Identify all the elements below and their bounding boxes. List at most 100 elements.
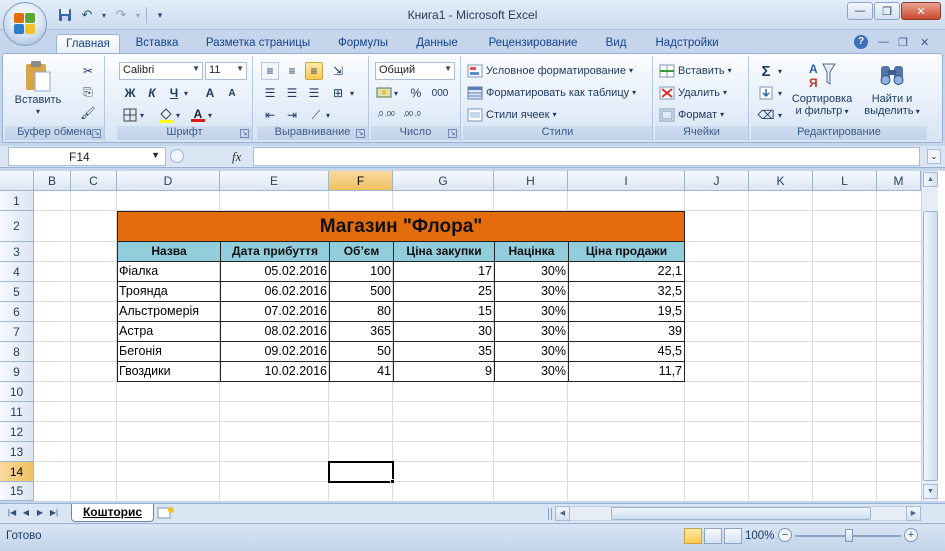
table-cell[interactable]: 50: [329, 342, 394, 362]
tab-review[interactable]: Рецензирование: [478, 34, 588, 54]
column-header-g[interactable]: G: [393, 171, 494, 191]
tab-data[interactable]: Данные: [408, 34, 466, 54]
doc-close-icon[interactable]: ✕: [920, 36, 929, 49]
align-bottom-icon[interactable]: ≡: [305, 62, 323, 80]
tab-addins[interactable]: Надстройки: [645, 34, 729, 54]
normal-view-icon[interactable]: [684, 528, 702, 544]
minimize-button[interactable]: —: [847, 2, 873, 20]
row-header[interactable]: 13: [0, 442, 34, 462]
row-header[interactable]: 3: [0, 242, 34, 262]
sheet-tab-active[interactable]: Кошторис: [71, 504, 154, 522]
format-as-table-button[interactable]: Форматировать как таблицу ▾: [467, 83, 636, 102]
decrease-indent-icon[interactable]: ⇤: [261, 106, 279, 124]
worksheet-grid[interactable]: B C D E F G H I J K L M 1 2 3 4 5 6 7 8 …: [0, 171, 945, 501]
table-cell[interactable]: 39: [568, 322, 685, 342]
tab-view[interactable]: Вид: [598, 34, 634, 54]
name-box-dropdown-icon[interactable]: ▼: [151, 150, 160, 160]
column-header-f[interactable]: F: [329, 171, 393, 191]
restore-button[interactable]: ❐: [874, 2, 900, 20]
font-color-dropdown-icon[interactable]: ▾: [205, 106, 215, 124]
tab-formulas[interactable]: Формулы: [330, 34, 396, 54]
number-launcher-icon[interactable]: ↘: [448, 129, 457, 138]
row-header[interactable]: 15: [0, 482, 34, 501]
tab-insert[interactable]: Вставка: [128, 34, 186, 54]
table-cell[interactable]: 30%: [494, 302, 569, 322]
table-cell[interactable]: 500: [329, 282, 394, 302]
fill-color-dropdown-icon[interactable]: ▾: [173, 106, 183, 124]
decrease-decimal-button[interactable]: ,00 ,0: [401, 106, 423, 124]
table-cell[interactable]: 45,5: [568, 342, 685, 362]
currency-dropdown-icon[interactable]: ▾: [391, 84, 401, 102]
first-sheet-icon[interactable]: |◀: [6, 506, 18, 520]
row-header[interactable]: 10: [0, 382, 34, 402]
row-header[interactable]: 1: [0, 191, 34, 211]
page-break-view-icon[interactable]: [724, 528, 742, 544]
table-cell[interactable]: 10.02.2016: [220, 362, 330, 382]
insert-sheet-icon[interactable]: [157, 506, 177, 520]
font-launcher-icon[interactable]: ↘: [240, 129, 249, 138]
wrap-text-icon[interactable]: ⇲: [329, 62, 347, 80]
alignment-launcher-icon[interactable]: ↘: [356, 129, 365, 138]
tab-page-layout[interactable]: Разметка страницы: [198, 34, 318, 54]
row-header[interactable]: 9: [0, 362, 34, 382]
office-button[interactable]: [3, 2, 47, 46]
merge-center-icon[interactable]: ⊞: [329, 84, 347, 102]
font-name-combo[interactable]: Calibri ▼: [119, 62, 203, 80]
format-cells-button[interactable]: Формат ▾: [659, 105, 724, 124]
table-title-cell[interactable]: Магазин "Флора": [117, 211, 685, 242]
align-left-icon[interactable]: ☰: [261, 84, 279, 102]
header-cell-name[interactable]: Назва: [117, 241, 221, 262]
header-cell-purchase-price[interactable]: Ціна закупки: [393, 241, 495, 262]
sort-filter-button[interactable]: АЯ Сортировка и фильтр ▾: [789, 60, 855, 118]
insert-function-button[interactable]: fx: [232, 149, 241, 165]
conditional-formatting-button[interactable]: Условное форматирование ▾: [467, 61, 633, 80]
close-button[interactable]: ✕: [901, 2, 941, 20]
prev-sheet-icon[interactable]: ◀: [20, 506, 32, 520]
fill-dropdown-icon[interactable]: ▾: [775, 84, 785, 102]
scroll-down-icon[interactable]: ▼: [923, 484, 938, 499]
font-size-combo[interactable]: 11 ▼: [205, 62, 247, 80]
column-header-m[interactable]: M: [877, 171, 921, 191]
table-cell[interactable]: 30: [393, 322, 495, 342]
italic-button[interactable]: К: [143, 84, 161, 102]
row-header[interactable]: 5: [0, 282, 34, 302]
table-cell[interactable]: 80: [329, 302, 394, 322]
zoom-level[interactable]: 100%: [745, 530, 774, 542]
increase-indent-icon[interactable]: ⇥: [283, 106, 301, 124]
table-cell[interactable]: 25: [393, 282, 495, 302]
row-header[interactable]: 2: [0, 211, 34, 242]
table-cell[interactable]: 17: [393, 262, 495, 282]
header-cell-arrival-date[interactable]: Дата прибуття: [220, 241, 330, 262]
table-cell[interactable]: Бегонія: [117, 342, 221, 362]
percent-button[interactable]: %: [407, 84, 425, 102]
column-header-l[interactable]: L: [813, 171, 877, 191]
table-cell[interactable]: 07.02.2016: [220, 302, 330, 322]
row-header[interactable]: 7: [0, 322, 34, 342]
column-header-c[interactable]: C: [71, 171, 117, 191]
page-layout-view-icon[interactable]: [704, 528, 722, 544]
table-cell[interactable]: 30%: [494, 262, 569, 282]
next-sheet-icon[interactable]: ▶: [34, 506, 46, 520]
column-header-d[interactable]: D: [117, 171, 220, 191]
fill-icon[interactable]: [757, 84, 775, 102]
table-cell[interactable]: 08.02.2016: [220, 322, 330, 342]
formula-bar-splitter-icon[interactable]: [170, 149, 184, 163]
header-cell-volume[interactable]: Об’єм: [329, 241, 394, 262]
table-cell[interactable]: 35: [393, 342, 495, 362]
column-header-k[interactable]: K: [749, 171, 813, 191]
paste-button[interactable]: Вставить ▾: [13, 60, 63, 118]
column-header-j[interactable]: J: [685, 171, 749, 191]
cell-styles-button[interactable]: Стили ячеек ▾: [467, 105, 557, 124]
scroll-right-icon[interactable]: ▶: [906, 506, 921, 521]
header-cell-sale-price[interactable]: Ціна продажи: [568, 241, 685, 262]
zoom-slider-thumb[interactable]: [845, 529, 853, 542]
table-cell[interactable]: 30%: [494, 342, 569, 362]
scroll-left-icon[interactable]: ◀: [555, 506, 570, 521]
insert-cells-button[interactable]: Вставить ▾: [659, 61, 732, 80]
clipboard-launcher-icon[interactable]: ↘: [92, 129, 101, 138]
orientation-dropdown-icon[interactable]: ▾: [323, 106, 333, 124]
row-header-active[interactable]: 14: [0, 462, 34, 482]
fill-handle[interactable]: [390, 479, 395, 484]
increase-decimal-button[interactable]: ,0 ,00: [375, 106, 397, 124]
table-cell[interactable]: 30%: [494, 322, 569, 342]
